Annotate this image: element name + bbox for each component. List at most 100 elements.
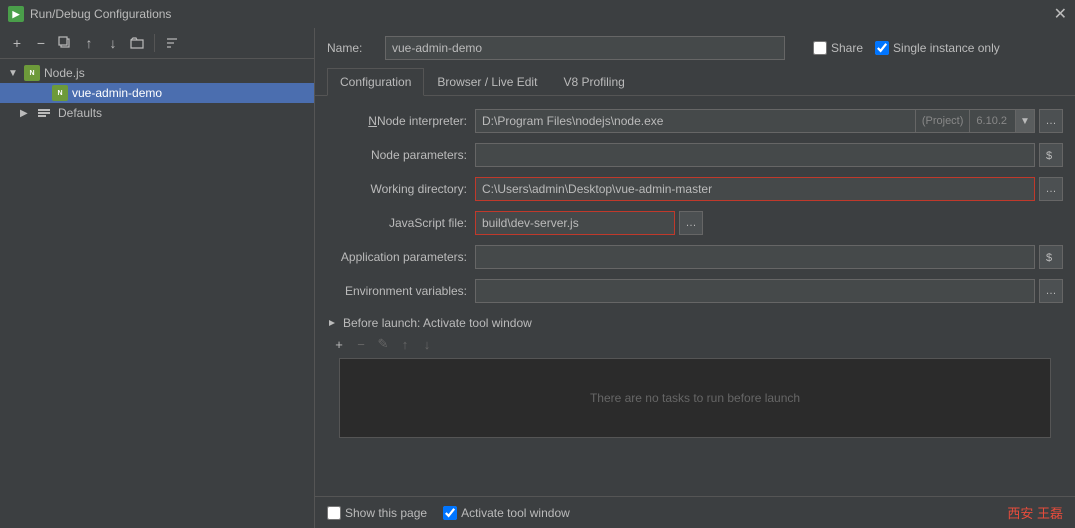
environment-variables-label: Environment variables: — [327, 284, 467, 298]
before-launch-header: Before launch: Activate tool window — [327, 316, 1063, 330]
before-launch-section: Before launch: Activate tool window + − … — [315, 308, 1075, 442]
tree-item-nodejs[interactable]: ▼ N Node.js — [0, 63, 314, 83]
tab-v8-profiling[interactable]: V8 Profiling — [550, 68, 637, 95]
vue-node-icon: N — [52, 85, 68, 101]
javascript-file-input-container: … — [475, 211, 1063, 235]
tab-browser-live-edit[interactable]: Browser / Live Edit — [424, 68, 550, 95]
app-icon: ▶ — [8, 6, 24, 22]
name-label: Name: — [327, 41, 377, 55]
title-text: Run/Debug Configurations — [30, 7, 171, 21]
javascript-file-label: JavaScript file: — [327, 216, 467, 230]
working-directory-label: Working directory: — [327, 182, 467, 196]
tasks-box: There are no tasks to run before launch — [339, 358, 1051, 438]
title-bar: ▶ Run/Debug Configurations ✕ — [0, 0, 1075, 28]
javascript-file-ellipsis-btn[interactable]: … — [679, 211, 703, 235]
add-config-button[interactable]: + — [6, 32, 28, 54]
before-launch-remove-btn[interactable]: − — [351, 334, 371, 354]
node-parameters-input[interactable] — [475, 143, 1035, 167]
application-parameters-icon-btn[interactable]: $ — [1039, 245, 1063, 269]
copy-config-button[interactable] — [54, 32, 76, 54]
node-parameters-row: Node parameters: $ — [315, 138, 1075, 172]
before-launch-down-btn[interactable]: ↓ — [417, 334, 437, 354]
working-directory-input[interactable] — [475, 177, 1035, 201]
tree-label-defaults: Defaults — [58, 106, 102, 120]
application-parameters-input-container: $ — [475, 245, 1063, 269]
node-interpreter-dropdown-btn[interactable]: ▼ — [1015, 109, 1035, 133]
bottom-bar: Show this page Activate tool window 西安 王… — [315, 496, 1075, 528]
activate-tool-window-checkbox[interactable] — [443, 506, 457, 520]
application-parameters-label: Application parameters: — [327, 250, 467, 264]
name-row: Name: Share Single instance only — [315, 28, 1075, 68]
defaults-icon — [36, 105, 52, 121]
config-tree: ▼ N Node.js N vue-admin-demo ▶ Defaults — [0, 59, 314, 528]
tree-arrow-nodejs: ▼ — [8, 68, 20, 79]
working-directory-ellipsis-btn[interactable]: … — [1039, 177, 1063, 201]
environment-variables-input-container: … — [475, 279, 1063, 303]
node-interpreter-input[interactable] — [475, 109, 915, 133]
single-instance-label: Single instance only — [893, 41, 1000, 55]
tree-label-vue-admin-demo: vue-admin-demo — [72, 86, 162, 100]
single-instance-checkbox[interactable] — [875, 41, 889, 55]
tab-configuration[interactable]: Configuration — [327, 68, 424, 96]
folder-button[interactable] — [126, 32, 148, 54]
move-down-button[interactable]: ↓ — [102, 32, 124, 54]
share-label: Share — [831, 41, 863, 55]
show-this-page-label[interactable]: Show this page — [327, 506, 427, 520]
share-checkbox[interactable] — [813, 41, 827, 55]
svg-text:$: $ — [1046, 252, 1052, 264]
no-tasks-message: There are no tasks to run before launch — [590, 391, 800, 405]
application-parameters-row: Application parameters: $ — [315, 240, 1075, 274]
name-options: Share Single instance only — [813, 41, 1000, 55]
main-container: + − ↑ ↓ ▼ N Node.js — [0, 28, 1075, 528]
javascript-file-row: JavaScript file: … — [315, 206, 1075, 240]
working-directory-input-container: … — [475, 177, 1063, 201]
tabs-bar: Configuration Browser / Live Edit V8 Pro… — [315, 68, 1075, 96]
node-parameters-label: Node parameters: — [327, 148, 467, 162]
node-interpreter-ellipsis-btn[interactable]: … — [1039, 109, 1063, 133]
nodejs-icon: N — [24, 65, 40, 81]
remove-config-button[interactable]: − — [30, 32, 52, 54]
before-launch-label: Before launch: Activate tool window — [343, 316, 532, 330]
config-toolbar: + − ↑ ↓ — [0, 28, 314, 59]
svg-text:$: $ — [1046, 150, 1052, 162]
before-launch-add-btn[interactable]: + — [329, 334, 349, 354]
name-input[interactable] — [385, 36, 785, 60]
sort-button[interactable] — [161, 32, 183, 54]
activate-tool-window-text: Activate tool window — [461, 506, 570, 520]
application-parameters-input[interactable] — [475, 245, 1035, 269]
node-parameters-input-container: $ — [475, 143, 1063, 167]
title-bar-left: ▶ Run/Debug Configurations — [8, 6, 171, 22]
close-icon[interactable]: ✕ — [1054, 4, 1067, 24]
bottom-left: Show this page Activate tool window — [327, 506, 570, 520]
watermark: 西安 王磊 — [1007, 503, 1063, 522]
tree-item-defaults[interactable]: ▶ Defaults — [0, 103, 314, 123]
environment-variables-row: Environment variables: … — [315, 274, 1075, 308]
tree-label-nodejs: Node.js — [44, 66, 85, 80]
before-launch-arrow-icon — [327, 318, 337, 328]
left-panel: + − ↑ ↓ ▼ N Node.js — [0, 28, 315, 528]
node-interpreter-input-container: (Project) 6.10.2 ▼ … — [475, 109, 1063, 133]
right-panel: Name: Share Single instance only Configu… — [315, 28, 1075, 528]
share-checkbox-label[interactable]: Share — [813, 41, 863, 55]
toolbar-separator — [154, 34, 155, 52]
node-interpreter-badge: (Project) — [915, 109, 970, 133]
node-parameters-icon-btn[interactable]: $ — [1039, 143, 1063, 167]
move-up-button[interactable]: ↑ — [78, 32, 100, 54]
working-directory-row: Working directory: … — [315, 172, 1075, 206]
before-launch-edit-btn[interactable]: ✎ — [373, 334, 393, 354]
environment-variables-input[interactable] — [475, 279, 1035, 303]
form-area: NNode interpreter: (Project) 6.10.2 ▼ … … — [315, 96, 1075, 496]
activate-tool-window-label[interactable]: Activate tool window — [443, 506, 570, 520]
javascript-file-input[interactable] — [475, 211, 675, 235]
tree-arrow-defaults: ▶ — [20, 108, 32, 119]
single-instance-checkbox-label[interactable]: Single instance only — [875, 41, 1000, 55]
show-this-page-text: Show this page — [345, 506, 427, 520]
node-interpreter-input-group: (Project) 6.10.2 ▼ — [475, 109, 1035, 133]
before-launch-up-btn[interactable]: ↑ — [395, 334, 415, 354]
tree-item-vue-admin-demo[interactable]: N vue-admin-demo — [0, 83, 314, 103]
environment-variables-ellipsis-btn[interactable]: … — [1039, 279, 1063, 303]
before-launch-toolbar: + − ✎ ↑ ↓ — [327, 334, 1063, 354]
node-interpreter-version: 6.10.2 — [969, 109, 1015, 133]
show-this-page-checkbox[interactable] — [327, 506, 341, 520]
node-interpreter-label: NNode interpreter: — [327, 114, 467, 128]
